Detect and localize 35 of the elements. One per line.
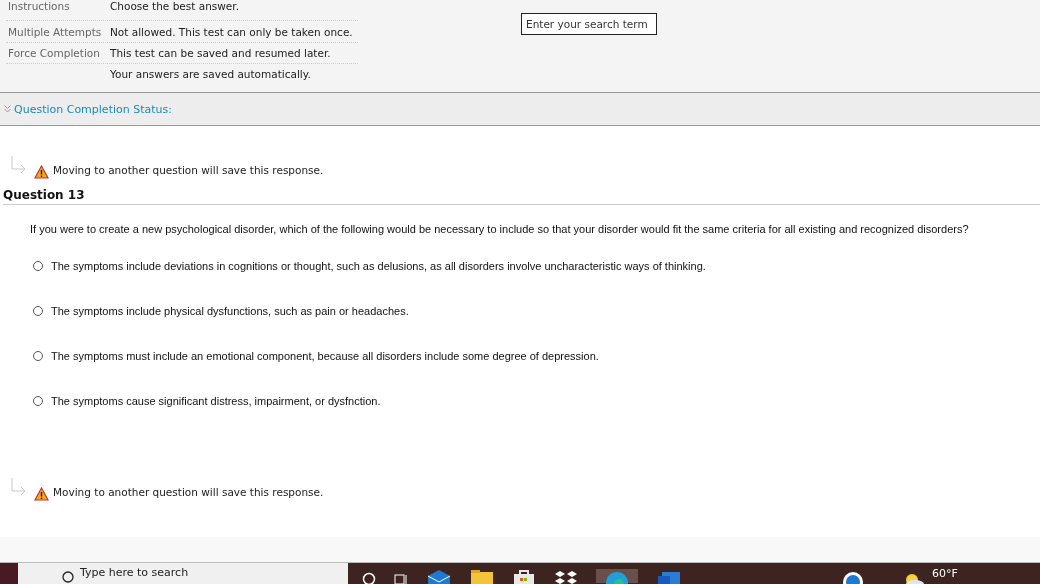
help-icon[interactable] [842,569,864,583]
start-button[interactable] [0,563,18,584]
question-text: If you were to create a new psychological disorder, which of the following would be necessary to include so that your disorder would fit the same criteria for all existing and recognized disorders? [30,223,970,235]
search-placeholder: Type here to search [80,566,189,579]
browser-icon[interactable] [596,569,638,583]
answer-option[interactable]: The symptoms cause significant distress, impairment, or dysfnction. [51,395,381,407]
save-notice: Moving to another question will save this response. [53,486,324,498]
completion-status-toggle[interactable]: Question Completion Status: [4,102,172,116]
save-notice: Moving to another question will save this response. [53,164,324,176]
answer-option[interactable]: The symptoms include deviations in cognitions or thought, such as delusions, as all disorders involve uncharacteristic ways of thinking. [51,260,706,272]
warning-icon [34,164,49,178]
radio-button[interactable] [33,351,43,361]
search-field[interactable]: Enter your search term [521,13,657,35]
question-title: Question 13 [3,188,1040,205]
radio-button[interactable] [33,306,43,316]
weather-temperature[interactable]: 60°F [932,567,958,580]
search-icon [62,568,74,580]
radio-button[interactable] [33,261,43,271]
taskbar-search-field[interactable]: Type here to search [18,563,348,584]
radio-button[interactable] [33,396,43,406]
info-value: This test can be saved and resumed later. [110,47,331,59]
mail-icon[interactable] [426,569,452,583]
return-arrow-icon [10,156,28,174]
info-value: Choose the best answer. [110,0,240,12]
info-label: Force Completion [7,47,101,59]
warning-icon [34,486,49,500]
store-icon[interactable] [512,569,536,583]
info-value: Not allowed. This test can only be taken once. [110,26,353,38]
answer-option[interactable]: The symptoms include physical dysfunctions, such as pain or headaches. [51,305,409,317]
info-label: Multiple Attempts [7,26,103,38]
answer-option[interactable]: The symptoms must include an emotional component, because all disorders include some degree of depression. [51,350,599,362]
info-label: Instructions [7,0,71,12]
folder-icon[interactable] [470,569,494,583]
return-arrow-icon [10,478,28,496]
info-value: Your answers are saved automatically. [110,68,311,80]
